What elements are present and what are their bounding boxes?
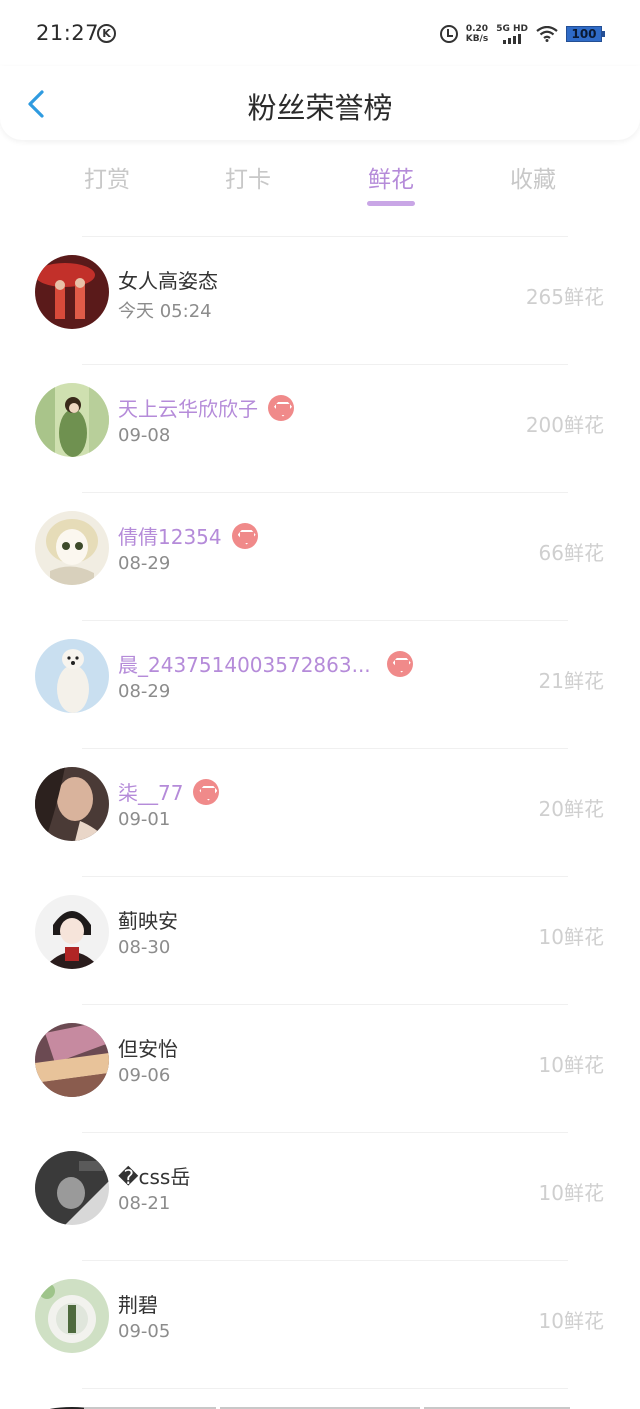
fan-name: 女人高姿态 [118,269,218,293]
flower-count: 10鲜花 [538,1309,604,1333]
fan-name: 倩倩12354 [118,521,258,550]
flower-count: 10鲜花 [538,1181,604,1205]
page-title: 粉丝荣誉榜 [247,91,393,125]
flower-count: 21鲜花 [538,669,604,693]
net-speed: 0.20 KB/s [466,24,488,44]
fan-date: 09-08 [118,425,171,446]
vip-diamond-icon [193,778,220,805]
flower-count: 20鲜花 [538,797,604,821]
net-speed-value: 0.20 [465,24,489,34]
avatar[interactable] [35,895,109,969]
fan-date: 08-29 [118,681,171,702]
next-row-peek [0,1398,640,1409]
signal-label: 5G HD [496,24,528,34]
list-item[interactable]: 倩倩12354 08-29 66鲜花 [0,484,640,612]
fan-date: 08-21 [118,1193,171,1214]
status-time: 21:27 [36,21,100,45]
list-item[interactable]: 天上云华欣欣子 09-08 200鲜花 [0,356,640,484]
tab-reward[interactable]: 打赏 [57,160,157,194]
k-badge-icon: K [97,24,116,43]
fan-date: 08-30 [118,937,171,958]
fan-date: 今天 05:24 [118,301,212,322]
net-speed-unit: KB/s [465,34,489,44]
tab-favorites[interactable]: 收藏 [483,160,583,194]
fan-name-text: 天上云华欣欣子 [118,397,258,421]
flower-count: 200鲜花 [525,413,604,437]
fan-date: 09-05 [118,1321,171,1342]
status-bar: 21:27 K 0.20 KB/s 5G HD 100 [0,0,640,66]
alarm-icon [439,25,458,43]
flower-count: 10鲜花 [538,925,604,949]
fan-name: 柒__77 [118,777,220,806]
avatar[interactable] [35,1279,109,1353]
avatar[interactable] [35,1023,109,1097]
vip-diamond-icon [386,650,413,677]
vip-diamond-icon [268,394,294,421]
fan-name-text: 倩倩12354 [118,525,222,549]
flower-count: 265鲜花 [525,285,604,309]
fan-name-text: 柒__77 [118,781,184,805]
flower-count: 66鲜花 [538,541,604,565]
fan-name: �css岳 [118,1165,191,1189]
list-item[interactable]: 蓟映安 08-30 10鲜花 [0,868,640,996]
fan-date: 09-01 [118,809,171,830]
fan-name: 荆碧 [118,1293,158,1317]
fan-name: 天上云华欣欣子 [118,393,294,422]
avatar[interactable] [35,255,109,329]
fan-name: 蓟映安 [118,909,178,933]
list-item[interactable]: 女人高姿态 今天 05:24 265鲜花 [0,228,640,356]
tab-bar: 打赏 打卡 鲜花 收藏 [0,150,640,210]
tab-flowers[interactable]: 鲜花 [341,160,441,194]
list-item[interactable]: 荆碧 09-05 10鲜花 [0,1252,640,1380]
fan-date: 08-29 [118,553,171,574]
battery-icon: 100 [566,26,605,42]
avatar[interactable] [35,767,109,841]
active-tab-indicator [367,201,415,206]
status-icons: 0.20 KB/s 5G HD 100 [439,20,605,48]
vip-diamond-icon [231,522,258,549]
list-item[interactable]: �css岳 08-21 10鲜花 [0,1124,640,1252]
fan-name: 但安怡 [118,1037,178,1061]
avatar[interactable] [35,639,109,713]
wifi-icon [536,26,558,42]
header-bar: 粉丝荣誉榜 [0,66,640,140]
fan-name-text: 晨_2437514003572863... [118,653,371,677]
divider [82,1388,568,1389]
avatar[interactable] [35,511,109,585]
avatar[interactable] [35,1151,109,1225]
list-item[interactable]: 柒__77 09-01 20鲜花 [0,740,640,868]
tab-checkin[interactable]: 打卡 [198,160,298,194]
fan-name: 晨_2437514003572863... [118,649,413,678]
list-item[interactable]: 但安怡 09-06 10鲜花 [0,996,640,1124]
list-item[interactable]: 晨_2437514003572863... 08-29 21鲜花 [0,612,640,740]
avatar[interactable] [35,383,109,457]
fan-date: 09-06 [118,1065,171,1086]
signal-icon: 5G HD [496,24,528,44]
flower-count: 10鲜花 [538,1053,604,1077]
